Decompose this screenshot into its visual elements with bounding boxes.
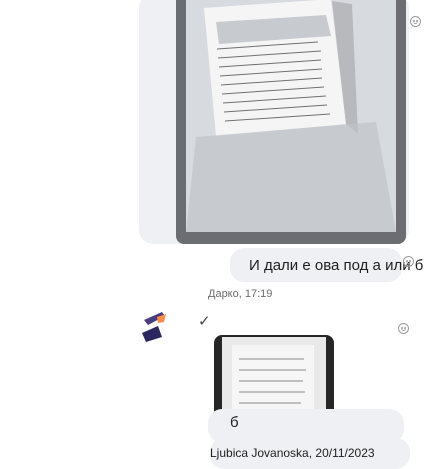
- sender-time: Дарко, 17:19: [208, 288, 273, 300]
- reply-text: б: [230, 414, 239, 431]
- reaction-icon[interactable]: [403, 256, 414, 267]
- checkmark-icon: ✓: [198, 313, 211, 330]
- caption-text: Ljubica Jovanoska, 20/11/2023: [210, 446, 375, 460]
- reaction-icon[interactable]: [410, 16, 421, 27]
- worksheet-image: [176, 0, 406, 244]
- avatar[interactable]: [140, 292, 182, 344]
- message-text-1: И дали е ова под а или б: [249, 257, 424, 274]
- worksheet-photo[interactable]: [176, 0, 406, 244]
- reaction-icon[interactable]: [398, 323, 409, 334]
- avatar-icon: [140, 292, 182, 344]
